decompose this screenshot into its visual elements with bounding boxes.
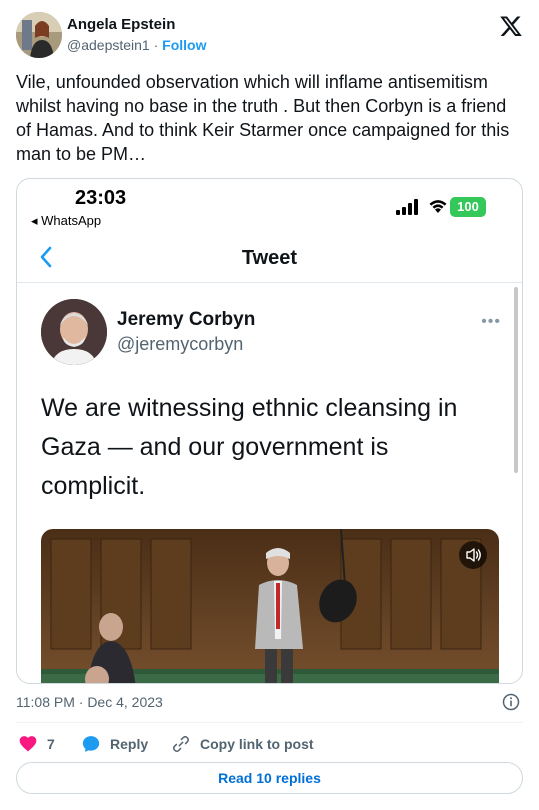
- status-icons: 100: [376, 197, 486, 217]
- nav-bar: Tweet: [17, 231, 522, 283]
- wifi-icon: [429, 200, 447, 213]
- signal-icon: [396, 199, 418, 215]
- inner-author-avatar: [41, 299, 107, 365]
- meta-separator: ·: [153, 37, 159, 53]
- inner-author-handle: @jeremycorbyn: [117, 334, 244, 354]
- status-time: 23:03: [75, 187, 127, 209]
- heart-icon: [19, 736, 37, 752]
- copy-link-label: Copy link to post: [200, 736, 314, 752]
- inner-author: Jeremy Corbyn @jeremycorbyn •••: [41, 299, 501, 369]
- tweet-text: Vile, unfounded observation which will i…: [16, 72, 510, 164]
- reply-label: Reply: [110, 736, 149, 752]
- info-icon[interactable]: [502, 693, 520, 711]
- x-logo-icon[interactable]: [499, 14, 523, 38]
- link-icon: [172, 735, 190, 753]
- speaker-icon[interactable]: [459, 541, 487, 569]
- author-handle[interactable]: @adepstein1: [67, 37, 150, 53]
- author-meta: @adepstein1 · Follow: [67, 37, 207, 53]
- action-bar: 7 Reply Copy link to post: [16, 732, 523, 756]
- reply-button[interactable]: Reply: [81, 732, 148, 756]
- follow-link[interactable]: Follow: [162, 37, 206, 53]
- inner-tweet-text: We are witnessing ethnic cleansing in Ga…: [41, 394, 458, 500]
- tweet-timestamp[interactable]: 11:08 PM · Dec 4, 2023: [16, 694, 163, 710]
- video-thumbnail[interactable]: [41, 529, 499, 683]
- author-name[interactable]: Angela Epstein: [67, 16, 175, 33]
- read-replies-button[interactable]: Read 10 replies: [16, 762, 523, 794]
- nav-title: Tweet: [241, 247, 298, 269]
- status-back-app: ◂ WhatsApp: [31, 213, 102, 228]
- more-icon: •••: [481, 313, 501, 330]
- phone-status-bar: 23:03 ◂ WhatsApp 100: [17, 179, 522, 229]
- battery-icon: 100: [450, 197, 486, 217]
- reply-bubble-icon: [82, 736, 100, 752]
- tweet-header: Angela Epstein @adepstein1 · Follow: [16, 12, 523, 60]
- author-avatar[interactable]: [16, 12, 62, 58]
- copy-link-button[interactable]: Copy link to post: [171, 732, 314, 756]
- tweet-media[interactable]: 23:03 ◂ WhatsApp 100 Tweet Jeremy Corbyn…: [16, 178, 523, 684]
- footer-divider: [16, 722, 523, 723]
- inner-author-name: Jeremy Corbyn: [117, 309, 256, 330]
- like-count: 7: [47, 736, 55, 752]
- scrollbar: [514, 287, 518, 473]
- like-button[interactable]: 7: [18, 732, 55, 756]
